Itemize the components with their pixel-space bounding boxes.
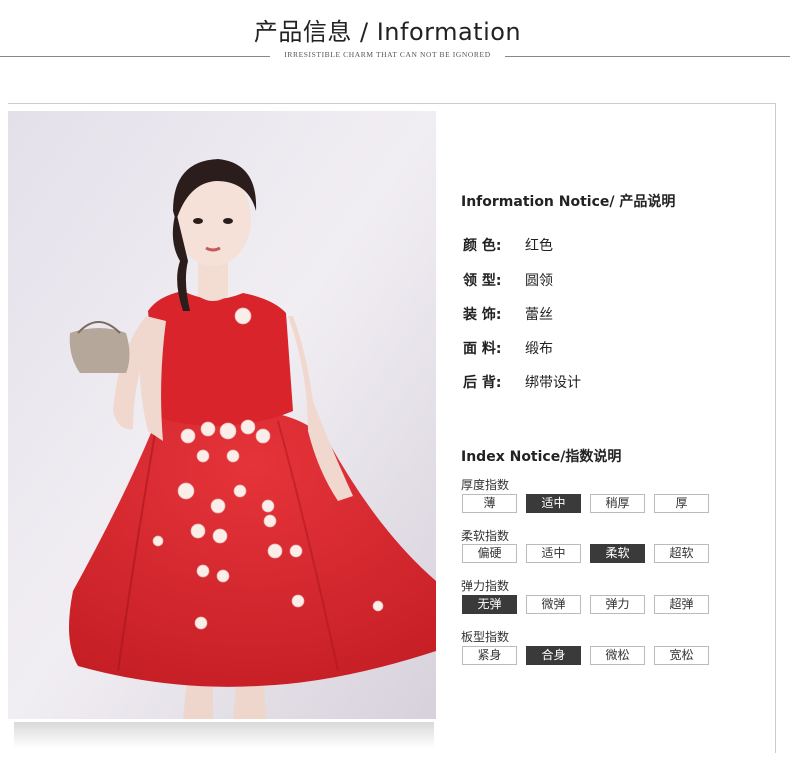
info-value: 绑带设计 [525,375,581,391]
info-row-collar: 领 型: 圆领 [463,270,553,290]
frame-top-border [8,103,775,104]
fit-option: 合身 [526,646,581,665]
thickness-index-label: 厚度指数 [461,478,510,492]
softness-index-label: 柔软指数 [461,529,510,543]
info-label: 颜 色: [463,238,502,254]
thickness-option: 稍厚 [590,494,645,513]
info-value: 蕾丝 [525,307,553,323]
info-label: 装 饰: [463,307,502,323]
info-value: 圆领 [525,273,553,289]
elasticity-option: 超弹 [654,595,709,614]
info-row-back: 后 背: 绑带设计 [463,372,581,392]
elasticity-option: 无弹 [462,595,517,614]
thickness-option: 适中 [526,494,581,513]
info-label: 后 背: [463,375,502,391]
fit-option: 微松 [590,646,645,665]
divider-right [505,56,790,57]
thickness-option: 厚 [654,494,709,513]
frame-right-border [775,103,776,753]
page-title: 产品信息 / Information [253,18,522,46]
photo-reflection [14,722,434,748]
fit-option: 宽松 [654,646,709,665]
info-label: 面 料: [463,341,502,357]
softness-option: 适中 [526,544,581,563]
elasticity-index-label: 弹力指数 [461,579,510,593]
fit-option: 紧身 [462,646,517,665]
thickness-option: 薄 [462,494,517,513]
elasticity-option: 弹力 [590,595,645,614]
softness-option: 超软 [654,544,709,563]
info-value: 缎布 [525,341,553,357]
info-value: 红色 [525,238,553,254]
softness-option: 柔软 [590,544,645,563]
info-row-decoration: 装 饰: 蕾丝 [463,304,553,324]
softness-option: 偏硬 [462,544,517,563]
page-subtitle: IRRESISTIBLE CHARM THAT CAN NOT BE IGNOR… [284,50,491,59]
fit-index-label: 板型指数 [461,630,510,644]
elasticity-option: 微弹 [526,595,581,614]
info-label: 领 型: [463,273,502,289]
info-section-title: Information Notice/ 产品说明 [461,194,676,210]
info-row-fabric: 面 料: 缎布 [463,338,553,358]
info-row-color: 颜 色: 红色 [463,235,553,255]
index-section-title: Index Notice/指数说明 [461,449,622,465]
product-photo [8,111,436,719]
